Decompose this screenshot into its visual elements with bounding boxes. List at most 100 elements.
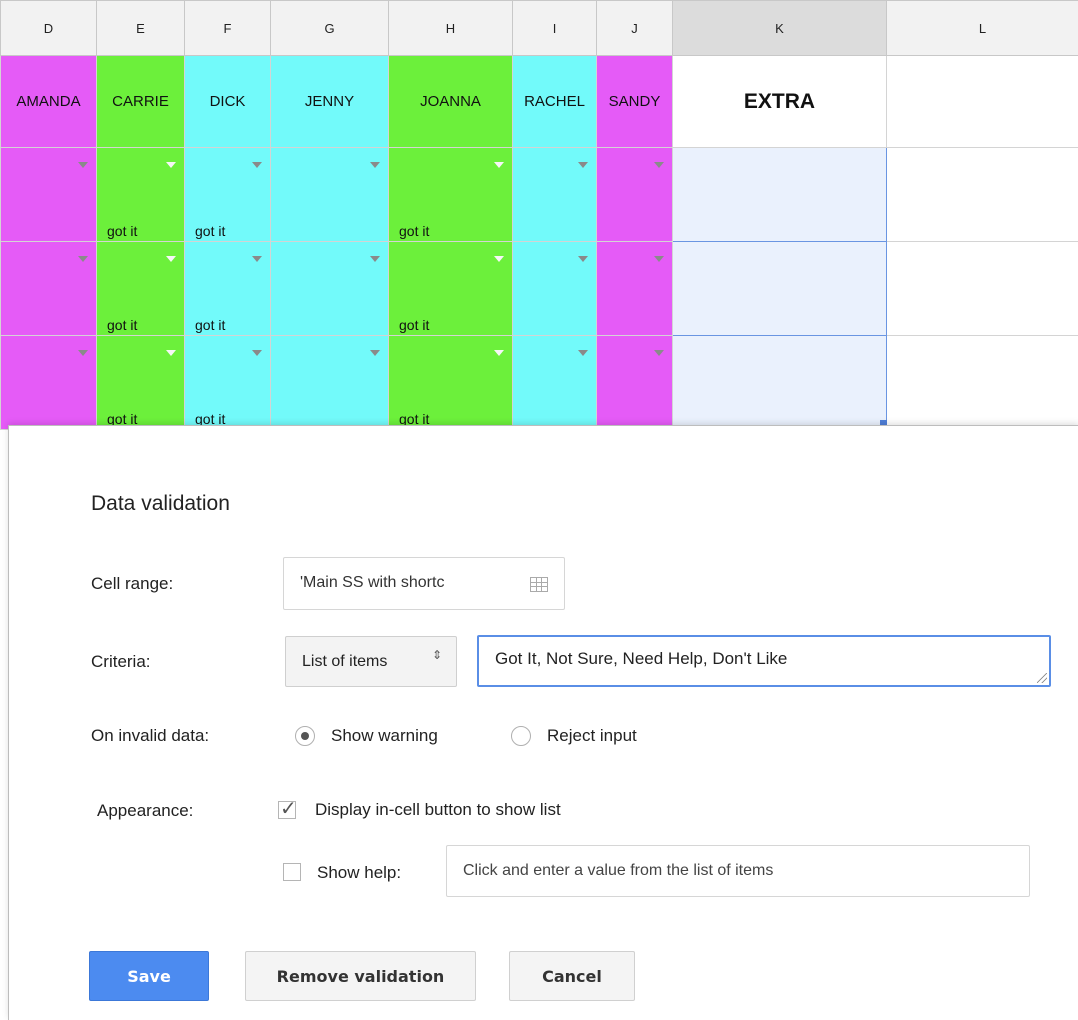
help-text-input[interactable]: Click and enter a value from the list of… — [446, 845, 1030, 897]
remove-validation-button[interactable]: Remove validation — [245, 951, 476, 1001]
display-button-checkbox[interactable]: ✓ — [278, 801, 296, 819]
dropdown-cell[interactable]: got it — [389, 336, 513, 430]
column-header-f[interactable]: F — [185, 1, 271, 56]
dropdown-cell[interactable]: got it — [97, 148, 185, 242]
data-validation-dialog: Data validation Cell range: 'Main SS wit… — [8, 425, 1078, 1020]
dropdown-arrow-icon[interactable] — [166, 256, 176, 262]
spreadsheet-grid: D E F G H I J K L AMANDA CARRIE DICK JEN… — [0, 0, 1078, 430]
criteria-select[interactable]: List of items ⇕ — [285, 636, 457, 687]
cancel-button[interactable]: Cancel — [509, 951, 635, 1001]
column-header-i[interactable]: I — [513, 1, 597, 56]
dropdown-arrow-icon[interactable] — [166, 350, 176, 356]
dropdown-arrow-icon[interactable] — [494, 256, 504, 262]
dropdown-arrow-icon[interactable] — [654, 162, 664, 168]
empty-cell[interactable] — [887, 148, 1078, 242]
table-row: got it got it got it — [1, 242, 1078, 336]
dropdown-cell[interactable]: got it — [185, 242, 271, 336]
table-row: got it got it got it — [1, 148, 1078, 242]
selected-cell[interactable] — [673, 242, 887, 336]
grid-icon[interactable] — [530, 577, 548, 592]
name-row: AMANDA CARRIE DICK JENNY JOANNA RACHEL S… — [1, 56, 1078, 148]
help-text-value: Click and enter a value from the list of… — [463, 862, 773, 879]
reject-input-label[interactable]: Reject input — [547, 726, 637, 746]
reject-input-radio[interactable] — [511, 726, 531, 746]
dropdown-cell[interactable] — [271, 336, 389, 430]
dropdown-arrow-icon[interactable] — [370, 350, 380, 356]
dropdown-cell[interactable]: got it — [389, 242, 513, 336]
show-warning-label[interactable]: Show warning — [331, 726, 438, 746]
dropdown-arrow-icon[interactable] — [654, 256, 664, 262]
dropdown-arrow-icon[interactable] — [494, 350, 504, 356]
name-cell-rachel[interactable]: RACHEL — [513, 56, 597, 148]
name-cell-empty[interactable] — [887, 56, 1078, 148]
dropdown-arrow-icon[interactable] — [78, 256, 88, 262]
dropdown-arrow-icon[interactable] — [370, 162, 380, 168]
column-header-g[interactable]: G — [271, 1, 389, 56]
dropdown-arrow-icon[interactable] — [494, 162, 504, 168]
dropdown-cell[interactable] — [513, 242, 597, 336]
dropdown-cell[interactable] — [597, 242, 673, 336]
column-header-j[interactable]: J — [597, 1, 673, 56]
show-help-checkbox[interactable] — [283, 863, 301, 881]
dropdown-cell[interactable]: got it — [389, 148, 513, 242]
dropdown-arrow-icon[interactable] — [78, 162, 88, 168]
dropdown-arrow-icon[interactable] — [578, 256, 588, 262]
dropdown-arrow-icon[interactable] — [370, 256, 380, 262]
dropdown-cell[interactable]: got it — [97, 336, 185, 430]
cell-value: got it — [195, 317, 225, 333]
dropdown-cell[interactable] — [513, 336, 597, 430]
dropdown-arrow-icon[interactable] — [578, 350, 588, 356]
column-header-k[interactable]: K — [673, 1, 887, 56]
dropdown-arrow-icon[interactable] — [252, 350, 262, 356]
name-cell-joanna[interactable]: JOANNA — [389, 56, 513, 148]
column-header-e[interactable]: E — [97, 1, 185, 56]
name-cell-extra[interactable]: EXTRA — [673, 56, 887, 148]
empty-cell[interactable] — [887, 336, 1078, 430]
name-cell-jenny[interactable]: JENNY — [271, 56, 389, 148]
cell-range-label: Cell range: — [91, 574, 173, 594]
name-cell-dick[interactable]: DICK — [185, 56, 271, 148]
dropdown-cell[interactable] — [597, 148, 673, 242]
criteria-selected-value: List of items — [302, 653, 387, 670]
checkmark-icon: ✓ — [280, 796, 297, 821]
dropdown-arrow-icon[interactable] — [654, 350, 664, 356]
table-row: got it got it got it — [1, 336, 1078, 430]
show-help-label[interactable]: Show help: — [317, 863, 401, 883]
dropdown-arrow-icon[interactable] — [578, 162, 588, 168]
dropdown-cell[interactable] — [1, 148, 97, 242]
name-cell-sandy[interactable]: SANDY — [597, 56, 673, 148]
dropdown-arrow-icon[interactable] — [252, 256, 262, 262]
cell-value: got it — [399, 223, 429, 239]
dropdown-cell[interactable] — [1, 336, 97, 430]
cell-range-input[interactable]: 'Main SS with shortc — [283, 557, 565, 610]
column-header-h[interactable]: H — [389, 1, 513, 56]
dropdown-arrow-icon[interactable] — [252, 162, 262, 168]
dropdown-cell[interactable] — [513, 148, 597, 242]
dropdown-cell[interactable]: got it — [185, 336, 271, 430]
dropdown-cell[interactable]: got it — [97, 242, 185, 336]
dropdown-cell[interactable] — [1, 242, 97, 336]
dropdown-arrow-icon[interactable] — [78, 350, 88, 356]
resize-grip-icon[interactable] — [1037, 673, 1047, 683]
dropdown-arrow-icon[interactable] — [166, 162, 176, 168]
invalid-data-label: On invalid data: — [91, 726, 209, 746]
column-header-row: D E F G H I J K L — [1, 1, 1078, 56]
empty-cell[interactable] — [887, 242, 1078, 336]
name-cell-amanda[interactable]: AMANDA — [1, 56, 97, 148]
display-button-label[interactable]: Display in-cell button to show list — [315, 800, 561, 820]
column-header-l[interactable]: L — [887, 1, 1078, 56]
dropdown-cell[interactable] — [271, 242, 389, 336]
criteria-label: Criteria: — [91, 652, 151, 672]
dropdown-cell[interactable]: got it — [185, 148, 271, 242]
dropdown-cell[interactable] — [597, 336, 673, 430]
dropdown-cell[interactable] — [271, 148, 389, 242]
criteria-items-input[interactable]: Got It, Not Sure, Need Help, Don't Like — [477, 635, 1051, 687]
column-header-d[interactable]: D — [1, 1, 97, 56]
selected-cell[interactable] — [673, 336, 887, 430]
criteria-items-value: Got It, Not Sure, Need Help, Don't Like — [495, 649, 787, 668]
name-cell-carrie[interactable]: CARRIE — [97, 56, 185, 148]
selected-cell[interactable] — [673, 148, 887, 242]
show-warning-radio[interactable] — [295, 726, 315, 746]
save-button[interactable]: Save — [89, 951, 209, 1001]
dialog-title: Data validation — [91, 492, 230, 516]
